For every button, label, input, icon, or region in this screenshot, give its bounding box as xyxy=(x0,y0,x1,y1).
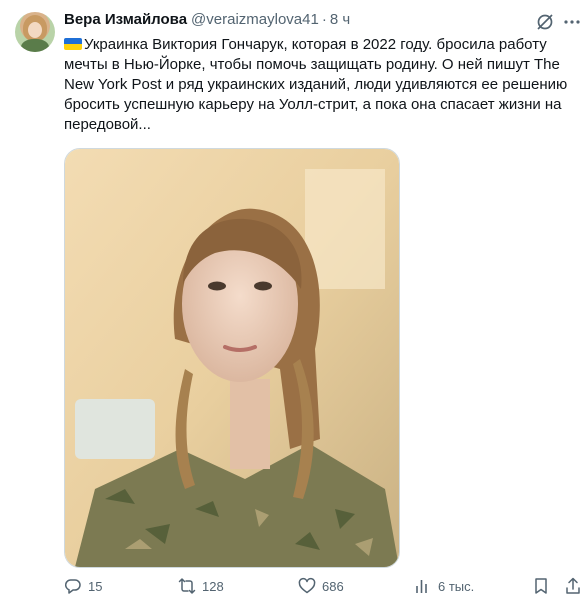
user-handle[interactable]: @veraizmaylova41 xyxy=(191,11,319,28)
tweet-header: Вера Измайлова @veraizmaylova41 · 8 ч xyxy=(64,11,350,33)
share-button[interactable] xyxy=(564,577,582,595)
views-button[interactable]: 6 тыс. xyxy=(414,577,474,595)
avatar[interactable] xyxy=(15,12,55,52)
tweet-actions: 15 128 686 6 тыс. xyxy=(0,577,586,599)
like-button[interactable]: 686 xyxy=(298,577,344,595)
separator-dot: · xyxy=(321,11,327,28)
bookmark-button[interactable] xyxy=(532,577,550,595)
tweet-photo[interactable] xyxy=(64,148,400,568)
repost-count: 128 xyxy=(202,578,224,594)
share-icon xyxy=(566,577,580,594)
bookmark-icon xyxy=(535,578,547,594)
display-name[interactable]: Вера Измайлова xyxy=(64,11,187,28)
more-options-icon[interactable] xyxy=(562,12,582,32)
ukraine-flag-icon xyxy=(64,38,82,50)
tweet-text: Украинка Виктория Гончарук, которая в 20… xyxy=(64,35,574,135)
views-icon xyxy=(416,580,427,593)
views-count: 6 тыс. xyxy=(438,578,475,594)
tweet-body: Украинка Виктория Гончарук, которая в 20… xyxy=(64,36,568,133)
like-count: 686 xyxy=(322,578,344,594)
reply-button[interactable]: 15 xyxy=(64,577,102,595)
repost-icon xyxy=(178,578,196,594)
timestamp[interactable]: 8 ч xyxy=(330,11,350,28)
reply-count: 15 xyxy=(88,578,103,594)
heart-icon xyxy=(298,577,316,594)
tweet[interactable]: Вера Измайлова @veraizmaylova41 · 8 ч Ук… xyxy=(0,0,586,605)
reply-icon xyxy=(64,579,81,594)
repost-button[interactable]: 128 xyxy=(178,577,224,595)
grok-icon[interactable] xyxy=(535,12,555,32)
